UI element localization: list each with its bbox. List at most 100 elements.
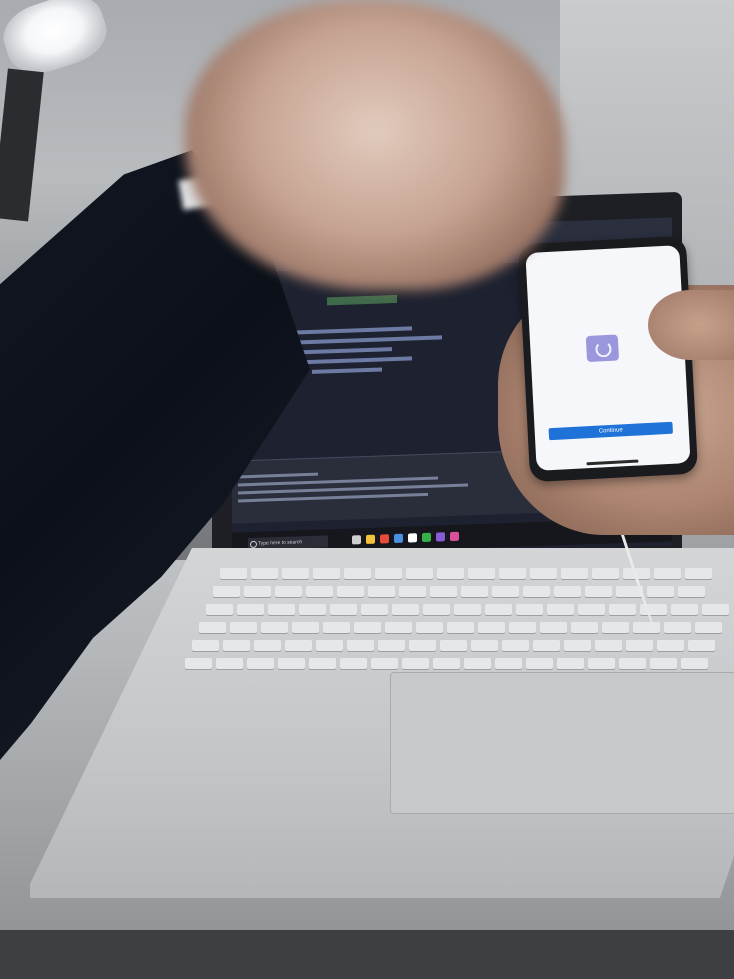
phone-loading-box — [585, 334, 620, 363]
keyboard-key — [433, 658, 460, 669]
keyboard-key — [523, 586, 550, 597]
taskbar-search[interactable]: Type here to search — [248, 535, 328, 551]
taskbar-app-icon[interactable] — [450, 531, 459, 542]
keyboard-key — [282, 568, 309, 579]
keyboard-key — [578, 604, 605, 615]
keyboard-key — [354, 622, 381, 633]
keyboard-key — [588, 658, 615, 669]
keyboard-key — [313, 568, 340, 579]
taskbar-app-icon[interactable] — [366, 534, 375, 545]
keyboard-key — [292, 622, 319, 633]
keyboard-key — [654, 568, 681, 579]
home-indicator — [586, 459, 639, 466]
keyboard-key — [375, 568, 402, 579]
keyboard-key — [275, 586, 302, 597]
keyboard-key — [688, 640, 715, 651]
keyboard-key — [461, 586, 488, 597]
keyboard-key — [464, 658, 491, 669]
keyboard-key — [571, 622, 598, 633]
keyboard-key — [702, 604, 729, 615]
keyboard-key — [254, 640, 281, 651]
keyboard-key — [406, 568, 433, 579]
keyboard-key — [592, 568, 619, 579]
keyboard-key — [533, 640, 560, 651]
keyboard-key — [185, 658, 212, 669]
keyboard-key — [685, 568, 712, 579]
desk-edge — [0, 930, 734, 979]
taskbar-app-icon[interactable] — [380, 534, 389, 544]
keyboard-key — [440, 640, 467, 651]
search-icon — [250, 540, 257, 549]
lamp-arm — [0, 68, 44, 222]
keyboard-key — [340, 658, 367, 669]
keyboard-key — [330, 604, 357, 615]
keyboard-key — [371, 658, 398, 669]
ide-highlight — [327, 294, 397, 306]
keyboard-key — [454, 604, 481, 615]
keyboard-key — [619, 658, 646, 669]
keyboard-key — [337, 586, 364, 597]
keyboard-key — [399, 586, 426, 597]
taskbar-app-icon[interactable] — [422, 532, 431, 543]
keyboard-key — [368, 586, 395, 597]
keyboard-key — [602, 622, 629, 633]
keyboard-key — [468, 568, 495, 579]
taskbar-app-icon[interactable] — [436, 532, 445, 542]
keyboard-key — [671, 604, 698, 615]
smartphone: Continue — [517, 235, 699, 483]
keyboard-key — [609, 604, 636, 615]
keyboard-key — [344, 568, 371, 579]
keyboard-key — [392, 604, 419, 615]
keyboard-key — [495, 658, 522, 669]
keyboard-key — [299, 604, 326, 615]
keyboard-key — [695, 622, 722, 633]
keyboard-key — [471, 640, 498, 651]
taskbar-app-icon[interactable] — [394, 533, 403, 544]
keyboard-key — [323, 622, 350, 633]
continue-button[interactable]: Continue — [548, 421, 673, 441]
keyboard-key — [416, 622, 443, 633]
keyboard-key — [361, 604, 388, 615]
keyboard-key — [347, 640, 374, 651]
keyboard-key — [647, 586, 674, 597]
keyboard-key — [564, 640, 591, 651]
keyboard-key — [223, 640, 250, 651]
code-line — [292, 326, 412, 335]
keyboard-key — [206, 604, 233, 615]
code-line — [312, 367, 382, 374]
taskbar-app-icon[interactable] — [408, 533, 417, 543]
output-line — [238, 472, 318, 479]
keyboard-key — [244, 586, 271, 597]
keyboard-key — [220, 568, 247, 579]
keyboard-key — [247, 658, 274, 669]
keyboard-key — [547, 604, 574, 615]
keyboard-key — [306, 586, 333, 597]
keyboard-key — [385, 622, 412, 633]
spinner-icon — [595, 340, 612, 358]
keyboard-key — [261, 622, 288, 633]
keyboard-key — [268, 604, 295, 615]
code-line — [302, 356, 412, 365]
keyboard-key — [402, 658, 429, 669]
keyboard-key — [502, 640, 529, 651]
keyboard-key — [430, 586, 457, 597]
taskbar-app-icon[interactable] — [352, 535, 361, 545]
keyboard-key — [626, 640, 653, 651]
keyboard-key — [378, 640, 405, 651]
keyboard-key — [509, 622, 536, 633]
keyboard-key — [595, 640, 622, 651]
keyboard-key — [540, 622, 567, 633]
keyboard-key — [678, 586, 705, 597]
keyboard-key — [216, 658, 243, 669]
keyboard-key — [681, 658, 708, 669]
desk-lamp — [0, 0, 118, 222]
keyboard-key — [657, 640, 684, 651]
keyboard-key — [526, 658, 553, 669]
raised-hand-blurred — [185, 0, 565, 290]
keyboard-key — [316, 640, 343, 651]
keyboard-key — [278, 658, 305, 669]
keyboard-key — [485, 604, 512, 615]
trackpad — [390, 672, 734, 814]
keyboard-key — [499, 568, 526, 579]
keyboard-key — [516, 604, 543, 615]
